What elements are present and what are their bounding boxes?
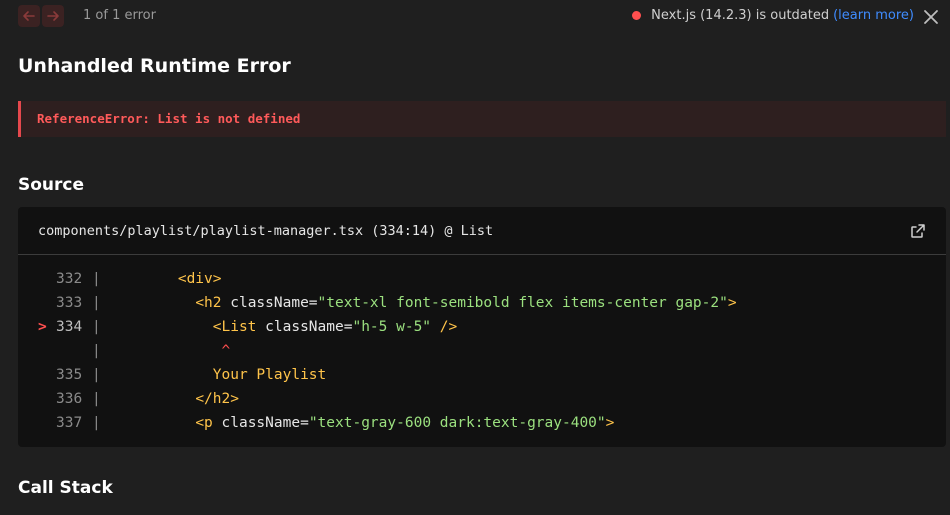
arrow-right-icon [47, 11, 59, 21]
error-nav [18, 5, 64, 27]
line-gutter: | [92, 367, 101, 383]
close-icon[interactable] [922, 8, 940, 26]
call-stack-heading: Call Stack [18, 478, 113, 498]
line-gutter: | [92, 415, 101, 431]
previous-error-button[interactable] [18, 5, 40, 27]
code-line: 333 | <h2 className="text-xl font-semibol… [18, 291, 946, 315]
code-token: </h2> [195, 391, 239, 407]
code-token: > [727, 295, 737, 311]
line-gutter: | [92, 391, 101, 407]
code-text: <p className="text-gray-600 dark:text-gr… [108, 411, 614, 435]
code-line: | ^ [18, 339, 946, 363]
code-token: "text-xl font-semibold flex items-center… [317, 295, 728, 311]
code-text: <h2 className="text-xl font-semibold fle… [108, 291, 737, 315]
code-line: >334 | <List className="h-5 w-5" /> [18, 315, 946, 339]
code-token: <h2 [195, 295, 231, 311]
next-error-button[interactable] [42, 5, 64, 27]
line-number: 337 [56, 415, 83, 431]
line-number: 333 [56, 295, 83, 311]
code-line: 337 | <p className="text-gray-600 dark:te… [18, 411, 946, 435]
line-number: 332 [56, 271, 83, 287]
line-gutter: | [92, 343, 101, 359]
code-token: > [605, 415, 615, 431]
code-text: <div> [108, 267, 222, 291]
code-frame-header: components/playlist/playlist-manager.tsx… [18, 207, 946, 255]
error-message-box: ReferenceError: List is not defined [18, 101, 946, 137]
code-token: <List [212, 319, 266, 335]
code-token: <p [195, 415, 222, 431]
code-token: /> [431, 319, 458, 335]
code-line: 332 | <div> [18, 267, 946, 291]
line-gutter: | [92, 295, 101, 311]
arrow-left-icon [23, 11, 35, 21]
code-token: Your Playlist [212, 367, 327, 383]
version-text: Next.js (14.2.3) is outdated [651, 8, 830, 23]
line-number: 336 [56, 391, 83, 407]
code-line: 335 | Your Playlist [18, 363, 946, 387]
line-number: 334 [56, 319, 83, 335]
version-status: Next.js (14.2.3) is outdated (learn more… [632, 8, 914, 23]
code-token: "h-5 w-5" [352, 319, 432, 335]
line-number: 335 [56, 367, 83, 383]
line-gutter: | [92, 271, 101, 287]
code-text: </h2> [108, 387, 239, 411]
source-file-path[interactable]: components/playlist/playlist-manager.tsx… [38, 223, 493, 239]
error-line-marker: > [38, 319, 47, 335]
code-text: <List className="h-5 w-5" /> [108, 315, 457, 339]
code-text: ^ [108, 339, 231, 363]
status-dot-icon [632, 11, 642, 20]
external-link-icon[interactable] [910, 223, 926, 239]
code-lines: 332 | <div> 333 | <h2 className="text-xl fo… [18, 267, 946, 435]
code-line: 336 | </h2> [18, 387, 946, 411]
source-heading: Source [18, 175, 85, 195]
page-title: Unhandled Runtime Error [18, 55, 291, 77]
code-frame: components/playlist/playlist-manager.tsx… [18, 207, 946, 447]
code-token: className= [221, 415, 309, 431]
code-text: Your Playlist [108, 363, 327, 387]
error-overlay-toolbar: 1 of 1 error Next.js (14.2.3) is outdate… [0, 0, 950, 34]
code-token: className= [265, 319, 353, 335]
error-count: 1 of 1 error [83, 8, 156, 23]
learn-more-link[interactable]: (learn more) [833, 8, 914, 23]
code-token: ^ [221, 343, 231, 359]
line-gutter: | [92, 319, 101, 335]
error-message: ReferenceError: List is not defined [37, 111, 301, 126]
code-token: "text-gray-600 dark:text-gray-400" [308, 415, 606, 431]
code-token: <div> [177, 271, 222, 287]
code-token: className= [230, 295, 318, 311]
